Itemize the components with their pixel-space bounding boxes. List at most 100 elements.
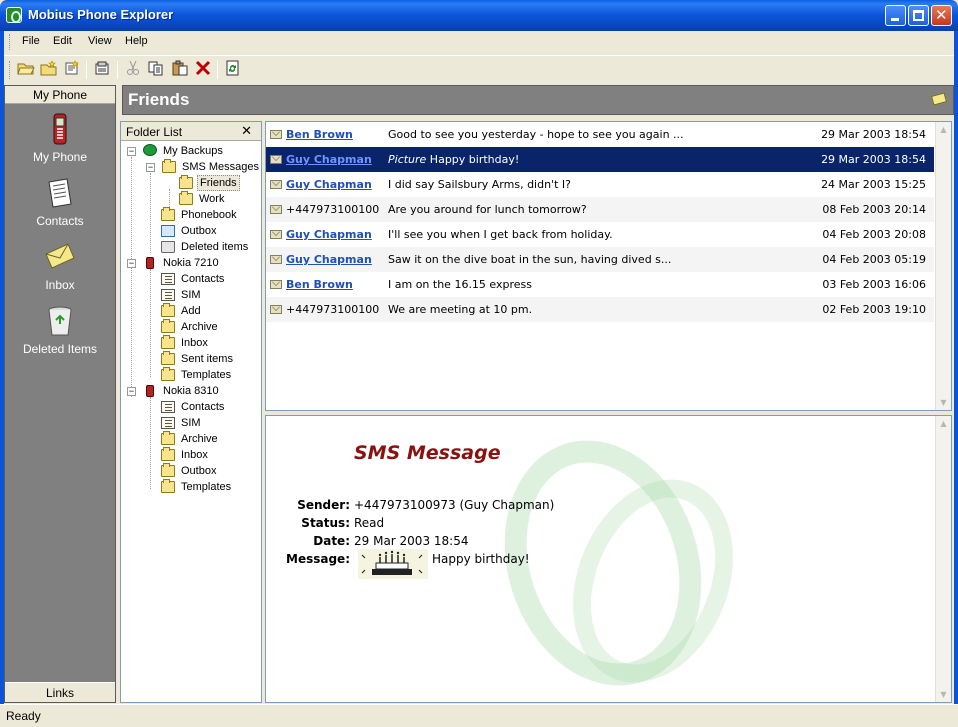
cut-icon[interactable] [123, 60, 143, 80]
message-date: 24 Mar 2003 15:25 [821, 178, 926, 191]
preview-scrollbar[interactable]: ▲ ▼ [935, 416, 951, 702]
scroll-up-icon[interactable]: ▲ [938, 418, 949, 429]
message-folder-icon [161, 303, 175, 317]
message-date: 04 Feb 2003 05:19 [822, 253, 926, 266]
scroll-up-icon[interactable]: ▲ [938, 124, 949, 135]
phone-icon [146, 385, 154, 397]
message-body: I'll see you when I get back from holida… [388, 228, 613, 241]
message-sender[interactable]: Guy Chapman [286, 222, 386, 247]
title-bar[interactable]: Mobius Phone Explorer ✕ [0, 0, 958, 31]
shortcut-label: Inbox [45, 278, 75, 292]
envelope-icon [270, 205, 282, 214]
message-type: Picture [388, 153, 427, 166]
message-row[interactable]: Ben Brown Good to see you yesterday - ho… [266, 122, 934, 147]
message-row[interactable]: Guy Chapman I did say Sailsbury Arms, di… [266, 172, 934, 197]
message-text: Good to see you yesterday - hope to see … [388, 122, 808, 147]
folder-list-header: Folder List ✕ [121, 122, 261, 141]
sync-icon[interactable] [223, 60, 243, 80]
address-book-icon [161, 417, 175, 429]
message-list-scrollbar[interactable]: ▲ ▼ [935, 122, 951, 410]
message-text: We are meeting at 10 pm. [388, 297, 808, 322]
paste-icon[interactable] [170, 60, 190, 80]
message-row[interactable]: Ben Brown I am on the 16.15 express 03 F… [266, 272, 934, 297]
tree-expander[interactable]: − [127, 387, 136, 396]
open-folder-icon[interactable] [16, 60, 36, 80]
view-header: Friends [122, 85, 954, 115]
message-text: Saw it on the dive boat in the sun, havi… [388, 247, 808, 272]
menu-view[interactable]: View [88, 35, 112, 47]
message-sender[interactable]: Ben Brown [286, 272, 386, 297]
message-body: Are you around for lunch tomorrow? [388, 203, 587, 216]
toolbar-separator [86, 61, 87, 79]
minimize-button[interactable] [885, 5, 906, 26]
menu-grip[interactable] [9, 34, 12, 50]
message-row[interactable]: +447973100100 We are meeting at 10 pm. 0… [266, 297, 934, 322]
message-date: 29 Mar 2003 18:54 [821, 153, 926, 166]
tree-expander[interactable]: − [146, 163, 155, 172]
envelope-icon [270, 305, 282, 314]
close-icon[interactable]: ✕ [241, 123, 252, 139]
shortcut-inbox[interactable]: Inbox [5, 240, 115, 292]
tree-expander[interactable]: − [127, 259, 136, 268]
folder-icon [179, 175, 193, 189]
tree-expander[interactable]: − [127, 147, 136, 156]
tree-item-label: Templates [181, 481, 232, 493]
tree-item-label: Phonebook [181, 209, 237, 221]
scroll-down-icon[interactable]: ▼ [938, 397, 949, 408]
folder-list-panel: Folder List ✕ − My Backups − SMS Message… [120, 121, 262, 703]
toolbar-grip[interactable] [9, 61, 12, 79]
message-value: Happy birthday! [432, 552, 530, 566]
maximize-button[interactable] [908, 5, 929, 26]
shortcut-contacts[interactable]: Contacts [5, 176, 115, 228]
sender-label: Sender: [297, 498, 350, 512]
recycle-bin-icon [161, 241, 175, 253]
close-icon: ✕ [935, 6, 948, 24]
message-date: 08 Feb 2003 20:14 [822, 203, 926, 216]
tree-line [150, 173, 151, 253]
message-sender[interactable]: Guy Chapman [286, 147, 386, 172]
message-text: I did say Sailsbury Arms, didn't I? [388, 172, 808, 197]
tree-item-label: Inbox [181, 337, 208, 349]
status-value: Read [354, 516, 385, 530]
shortcut-my-phone[interactable]: My Phone [5, 112, 115, 164]
tree-item-label: Deleted items [181, 241, 249, 253]
message-row[interactable]: +447973100100 Are you around for lunch t… [266, 197, 934, 222]
menu-help[interactable]: Help [125, 35, 148, 47]
toolbar-separator [117, 61, 118, 79]
new-message-icon[interactable] [62, 60, 82, 80]
new-folder-icon[interactable] [39, 60, 59, 80]
message-row-selected[interactable]: Guy Chapman Picture Happy birthday! 29 M… [266, 147, 934, 172]
close-button[interactable]: ✕ [931, 5, 952, 26]
tree-item-label: My Backups [163, 145, 223, 157]
shortcut-deleted-items[interactable]: Deleted Items [5, 304, 115, 356]
message-sender: +447973100100 [286, 203, 380, 216]
tree-item-label: SIM [181, 417, 201, 429]
shortcut-label: Contacts [36, 214, 84, 228]
tree-line [150, 397, 151, 489]
message-date: 03 Feb 2003 16:06 [822, 278, 926, 291]
address-book-icon [161, 273, 175, 285]
message-folder-icon [161, 367, 175, 381]
message-text: I'll see you when I get back from holida… [388, 222, 808, 247]
shortcut-bar-links[interactable]: Links [5, 682, 115, 702]
message-body: I did say Sailsbury Arms, didn't I? [388, 178, 571, 191]
menu-file[interactable]: File [22, 35, 40, 47]
message-row[interactable]: Guy Chapman I'll see you when I get back… [266, 222, 934, 247]
message-sender[interactable]: Ben Brown [286, 122, 386, 147]
properties-icon[interactable] [92, 60, 112, 80]
message-sender[interactable]: Guy Chapman [286, 172, 386, 197]
message-body: Happy birthday! [426, 153, 520, 166]
envelope-icon [270, 130, 282, 139]
scroll-down-icon[interactable]: ▼ [938, 689, 949, 700]
message-sender[interactable]: Guy Chapman [286, 247, 386, 272]
message-body: Good to see you yesterday - hope to see … [388, 128, 684, 141]
shortcut-bar-header[interactable]: My Phone [5, 86, 115, 104]
delete-icon[interactable] [193, 60, 213, 80]
envelope-icon [270, 230, 282, 239]
menu-edit[interactable]: Edit [53, 35, 72, 47]
tree-item-label: Outbox [181, 225, 217, 237]
message-row[interactable]: Guy Chapman Saw it on the dive boat in t… [266, 247, 934, 272]
folder-list-title: Folder List [126, 125, 183, 139]
page-title: Friends [128, 90, 190, 109]
copy-icon[interactable] [146, 60, 166, 80]
